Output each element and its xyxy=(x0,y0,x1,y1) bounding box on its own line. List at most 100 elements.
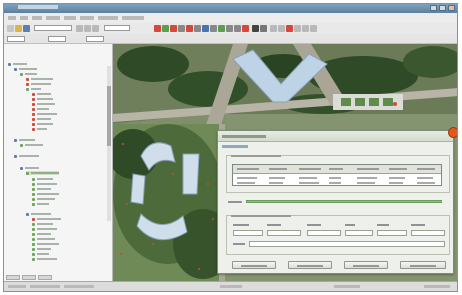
menu-item-7[interactable] xyxy=(98,16,118,20)
tool-icon-20[interactable] xyxy=(310,25,317,32)
tree-item[interactable] xyxy=(32,227,57,231)
tree-item[interactable] xyxy=(32,92,51,96)
menu-item-8[interactable] xyxy=(122,16,144,20)
panel-tab-2[interactable] xyxy=(22,275,36,280)
tree-item[interactable] xyxy=(32,182,57,186)
tool-icon-11[interactable] xyxy=(234,25,241,32)
tool-icon-6[interactable] xyxy=(194,25,201,32)
tool-icon-5[interactable] xyxy=(186,25,193,32)
close-icon[interactable] xyxy=(448,127,457,138)
tree-item[interactable] xyxy=(20,143,43,147)
copy-icon[interactable] xyxy=(84,25,91,32)
layer-icon xyxy=(26,82,29,86)
menu-item-3[interactable] xyxy=(32,16,42,20)
tree-item[interactable] xyxy=(32,107,49,111)
tree-item[interactable] xyxy=(32,232,51,236)
scale-combo[interactable] xyxy=(34,25,72,31)
panel-tab-1[interactable] xyxy=(6,275,20,280)
cut-icon[interactable] xyxy=(76,25,83,32)
close-icon[interactable] xyxy=(448,5,455,11)
dialog-section-link[interactable] xyxy=(222,145,248,148)
tree-item[interactable] xyxy=(32,197,55,201)
tree-item[interactable] xyxy=(26,77,53,81)
tree-item[interactable] xyxy=(26,82,51,86)
tree-item[interactable] xyxy=(14,138,35,142)
tool-icon-13[interactable] xyxy=(252,25,259,32)
tree-item-selected[interactable] xyxy=(26,171,59,175)
tree-item[interactable] xyxy=(32,112,57,116)
scrollbar-thumb[interactable] xyxy=(107,86,111,146)
tree-item[interactable] xyxy=(32,177,53,181)
tree-item[interactable] xyxy=(32,247,51,251)
tree-item[interactable] xyxy=(32,202,49,206)
output-path-field[interactable] xyxy=(249,241,445,247)
tool-icon-14[interactable] xyxy=(260,25,267,32)
menu-item-4[interactable] xyxy=(46,16,60,20)
param-input-1[interactable] xyxy=(233,230,263,236)
menu-item-2[interactable] xyxy=(20,16,28,20)
tool-icon-4[interactable] xyxy=(178,25,185,32)
tree-item[interactable] xyxy=(32,217,61,221)
layer-tree-scrollbar[interactable] xyxy=(107,66,111,221)
tree-item[interactable] xyxy=(20,72,37,76)
tree-item[interactable] xyxy=(32,117,51,121)
layer-icon xyxy=(32,97,35,101)
param-input-4[interactable] xyxy=(345,230,373,236)
tree-item[interactable] xyxy=(20,166,39,170)
menu-item-1[interactable] xyxy=(8,16,16,20)
tool-icon-12[interactable] xyxy=(242,25,249,32)
tree-item[interactable] xyxy=(32,122,53,126)
tree-item[interactable] xyxy=(32,237,55,241)
maximize-icon[interactable] xyxy=(439,5,446,11)
action-button-3[interactable] xyxy=(344,261,388,269)
tree-item[interactable] xyxy=(14,67,37,71)
tool-icon-15[interactable] xyxy=(270,25,277,32)
param-input-3[interactable] xyxy=(307,230,341,236)
tool-icon-8[interactable] xyxy=(210,25,217,32)
tool-icon-17[interactable] xyxy=(286,25,293,32)
tree-item[interactable] xyxy=(14,154,39,158)
secondary-combo-2[interactable] xyxy=(48,36,66,42)
action-button-1[interactable] xyxy=(232,261,276,269)
tool-icon-10[interactable] xyxy=(226,25,233,32)
paste-icon[interactable] xyxy=(92,25,99,32)
tree-item[interactable] xyxy=(8,62,27,66)
new-icon[interactable] xyxy=(7,25,14,32)
param-input-6[interactable] xyxy=(411,230,445,236)
param-input-5[interactable] xyxy=(377,230,407,236)
save-icon[interactable] xyxy=(23,25,30,32)
layer-combo[interactable] xyxy=(104,25,130,31)
layer-icon xyxy=(32,127,35,131)
tree-item[interactable] xyxy=(32,222,53,226)
tree-item[interactable] xyxy=(32,242,59,246)
open-icon[interactable] xyxy=(15,25,22,32)
tool-icon-3[interactable] xyxy=(170,25,177,32)
action-button-2[interactable] xyxy=(288,261,332,269)
panel-tab-3[interactable] xyxy=(38,275,52,280)
tool-icon-18[interactable] xyxy=(294,25,301,32)
menu-item-6[interactable] xyxy=(80,16,94,20)
minimize-icon[interactable] xyxy=(430,5,437,11)
tool-icon-2[interactable] xyxy=(162,25,169,32)
dialog-title-bar xyxy=(218,131,453,142)
attribute-table[interactable] xyxy=(232,164,442,186)
tree-item[interactable] xyxy=(32,97,53,101)
tree-item[interactable] xyxy=(32,187,51,191)
tool-icon-1[interactable] xyxy=(154,25,161,32)
tool-icon-7[interactable] xyxy=(202,25,209,32)
param-input-2[interactable] xyxy=(267,230,301,236)
action-button-4[interactable] xyxy=(400,261,446,269)
tree-item[interactable] xyxy=(32,192,59,196)
tool-icon-19[interactable] xyxy=(302,25,309,32)
tree-item[interactable] xyxy=(32,102,55,106)
tool-icon-9[interactable] xyxy=(218,25,225,32)
secondary-combo-3[interactable] xyxy=(86,36,104,42)
tree-item[interactable] xyxy=(32,252,49,256)
menu-item-5[interactable] xyxy=(64,16,76,20)
tree-item[interactable] xyxy=(32,257,57,261)
tree-item[interactable] xyxy=(26,212,51,216)
tool-icon-16[interactable] xyxy=(278,25,285,32)
tree-item[interactable] xyxy=(32,127,47,131)
secondary-combo-1[interactable] xyxy=(7,36,25,42)
tree-item[interactable] xyxy=(26,87,41,91)
